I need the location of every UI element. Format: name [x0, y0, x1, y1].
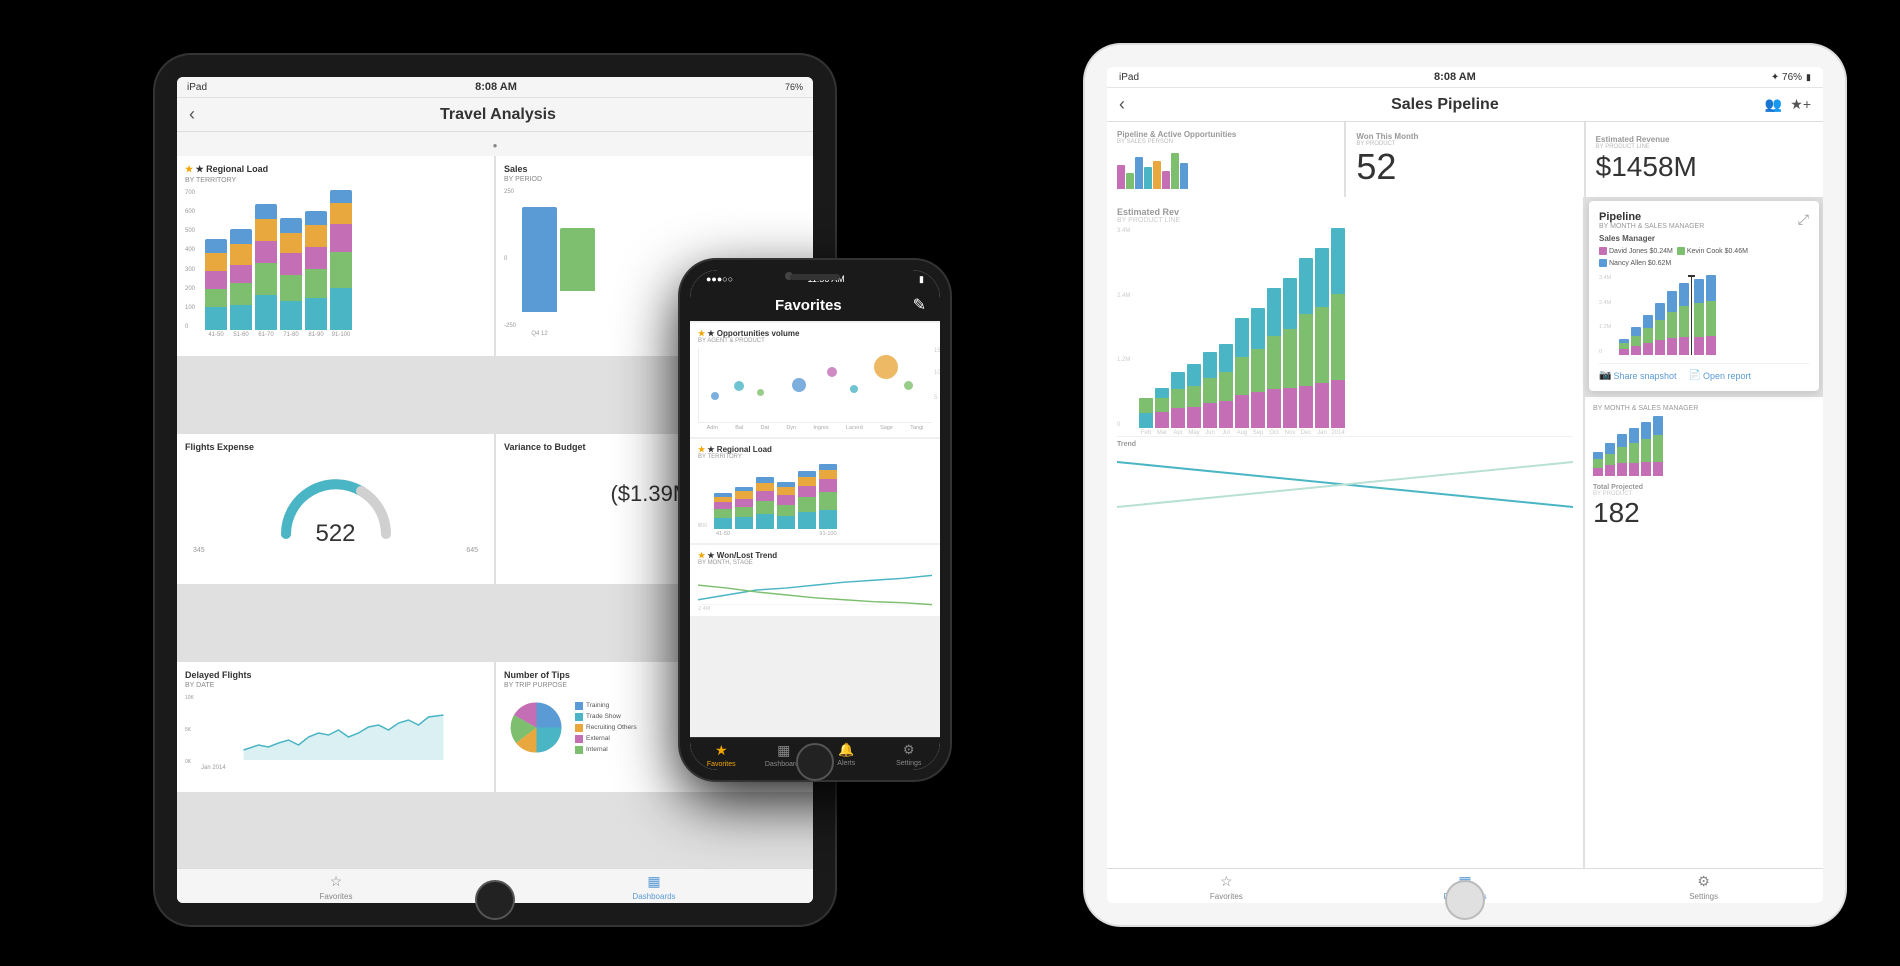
ipad-left-status-bar: iPad 8:08 AM 76% [177, 77, 813, 98]
share-snapshot-btn[interactable]: 📷 Share snapshot [1599, 370, 1677, 381]
ipad-left-home-btn[interactable] [475, 880, 515, 920]
tab-favorites[interactable]: ☆ Favorites [177, 873, 495, 901]
opportunities-volume-card: ★ ★ Opportunities volume BY AGENT & PROD… [690, 323, 940, 437]
iphone-tab-settings[interactable]: ⚙ Settings [878, 742, 941, 768]
tab-dashboards-label: Dashboards [632, 892, 675, 901]
right-small-charts: BY MONTH & SALES MANAGER [1585, 397, 1823, 868]
iphone-tab-favorites[interactable]: ★ Favorites [690, 742, 753, 768]
won-this-month-card: Won This Month BY PRODUCT 52 [1346, 122, 1583, 197]
iphone-alerts-icon: 🔔 [838, 742, 854, 758]
estimated-revenue-card: Estimated Revenue BY PRODUCT LINE $1458M [1586, 122, 1823, 197]
tab-favorites-label: Favorites [320, 892, 353, 901]
ipad-left-battery: 76% [785, 82, 803, 92]
tab-dashboards[interactable]: ▦ Dashboards [495, 873, 813, 901]
popup-title: Pipeline [1599, 211, 1704, 223]
dashboards-icon: ▦ [647, 873, 660, 890]
legend-nancy: Nancy Allen $0.62M [1609, 260, 1671, 267]
page-indicator: ● [177, 132, 813, 156]
ipad-right-status-bar: iPad 8:08 AM ✦ 76% ▮ [1107, 67, 1823, 88]
iphone-nav: Favorites ✎ [690, 289, 940, 321]
regional-load-title: ★ ★ Regional Load [185, 164, 486, 175]
delayed-flights-chart: Delayed Flights BY DATE 10K5K0K [177, 662, 494, 792]
ipad-right-nav-icons: 👥 ★+ [1765, 96, 1811, 113]
ipad-right-home-btn[interactable] [1445, 880, 1485, 920]
ipad-left-time: 8:08 AM [475, 81, 517, 93]
delayed-x-label: Jan 2014 [185, 765, 486, 771]
iphone-screen: ●●●○○ 11:56 AM ▮ Favorites ✎ ★ ★ Opportu… [690, 270, 940, 770]
iphone-center: ●●●○○ 11:56 AM ▮ Favorites ✎ ★ ★ Opportu… [680, 260, 950, 780]
flights-expense-chart: Flights Expense [177, 434, 494, 584]
iphone-dashboards-icon: ▦ [777, 742, 790, 759]
right-settings-icon: ⚙ [1697, 873, 1710, 890]
ipad-right-screen: iPad 8:08 AM ✦ 76% ▮ ‹ Sales Pipeline 👥 … [1107, 67, 1823, 903]
main-chart-area: Estimated Rev BY PRODUCT LINE 3.4M2.4M1.… [1107, 197, 1823, 868]
flights-expense-title: Flights Expense [185, 442, 486, 452]
legend-kevin: Kevin Cook $0.46M [1687, 248, 1748, 255]
ipad-right-time: 8:08 AM [1434, 71, 1476, 83]
top-metrics: Pipeline & Active Opportunities BY SALES… [1107, 122, 1823, 197]
total-projected-card: Total Projected BY PRODUCT 182 [1593, 484, 1815, 529]
ipad-right-tab-favorites[interactable]: ☆ Favorites [1107, 873, 1346, 901]
flights-low: 345 [193, 547, 205, 554]
iphone-regional-load-card: ★ ★ Regional Load BY TERRITORY 700 0 [690, 439, 940, 543]
pipeline-popup: Pipeline BY MONTH & SALES MANAGER ⤢ Sale… [1589, 201, 1819, 391]
ipad-right-tab-settings[interactable]: ⚙ Settings [1584, 873, 1823, 901]
won-lost-trend-card: ★ ★ Won/Lost Trend BY MONTH, STAGE [690, 545, 940, 616]
popup-legend: David Jones $0.24M Kevin Cook $0.46M Nan… [1599, 247, 1809, 267]
iphone-favorites-icon: ★ [715, 742, 728, 759]
iphone-home-btn[interactable] [796, 743, 834, 781]
scene: iPad 8:08 AM 76% ‹ Travel Analysis ● [0, 0, 1900, 966]
popup-chart: 3.4M2.4M1.2M0 [1599, 275, 1809, 355]
iphone-settings-icon: ⚙ [903, 742, 915, 758]
right-star-icon: ☆ [1220, 873, 1233, 890]
iphone-alerts-label: Alerts [837, 760, 855, 767]
pipeline-main-chart: Estimated Rev BY PRODUCT LINE 3.4M2.4M1.… [1107, 197, 1583, 868]
iphone-edit-icon[interactable]: ✎ [913, 295, 926, 315]
ipad-right-title: Sales Pipeline [1125, 96, 1765, 114]
right-settings-label: Settings [1689, 892, 1718, 901]
iphone-title: Favorites [775, 297, 842, 314]
ipad-right: iPad 8:08 AM ✦ 76% ▮ ‹ Sales Pipeline 👥 … [1085, 45, 1845, 925]
iphone-settings-label: Settings [896, 760, 921, 767]
popup-actions: 📷 Share snapshot 📄 Open report [1599, 363, 1809, 381]
popup-expand-icon[interactable]: ⤢ [1798, 211, 1809, 228]
flights-high: 645 [466, 547, 478, 554]
ipad-left-title: Travel Analysis [195, 106, 801, 124]
flights-value: 522 [315, 522, 355, 546]
people-icon[interactable]: 👥 [1765, 96, 1782, 113]
delayed-flights-title: Delayed Flights [185, 670, 486, 680]
total-projected-value: 182 [1593, 497, 1815, 529]
iphone-favorites-label: Favorites [707, 761, 736, 768]
legend-david: David Jones $0.24M [1609, 248, 1673, 255]
iphone-battery: ▮ [919, 274, 924, 285]
ipad-left-device: iPad [187, 82, 207, 93]
revenue-value: $1458M [1596, 150, 1813, 184]
star-plus-icon[interactable]: ★+ [1790, 96, 1811, 113]
open-report-btn[interactable]: 📄 Open report [1689, 370, 1751, 381]
ipad-right-nav: ‹ Sales Pipeline 👥 ★+ [1107, 88, 1823, 122]
ipad-left-nav: ‹ Travel Analysis [177, 98, 813, 132]
ipad-right-device: iPad [1119, 72, 1139, 83]
iphone-content: ★ ★ Opportunities volume BY AGENT & PROD… [690, 321, 940, 737]
iphone-signal: ●●●○○ [706, 274, 733, 285]
star-icon: ☆ [330, 873, 343, 890]
right-favorites-label: Favorites [1210, 892, 1243, 901]
iphone-speaker [790, 274, 840, 280]
pipeline-active-card: Pipeline & Active Opportunities BY SALES… [1107, 122, 1344, 197]
won-value: 52 [1356, 147, 1396, 187]
right-panel: Pipeline BY MONTH & SALES MANAGER ⤢ Sale… [1585, 197, 1823, 868]
ipad-right-battery: ✦ 76% ▮ [1771, 72, 1811, 83]
regional-load-chart: ★ ★ Regional Load BY TERRITORY 700600500… [177, 156, 494, 356]
